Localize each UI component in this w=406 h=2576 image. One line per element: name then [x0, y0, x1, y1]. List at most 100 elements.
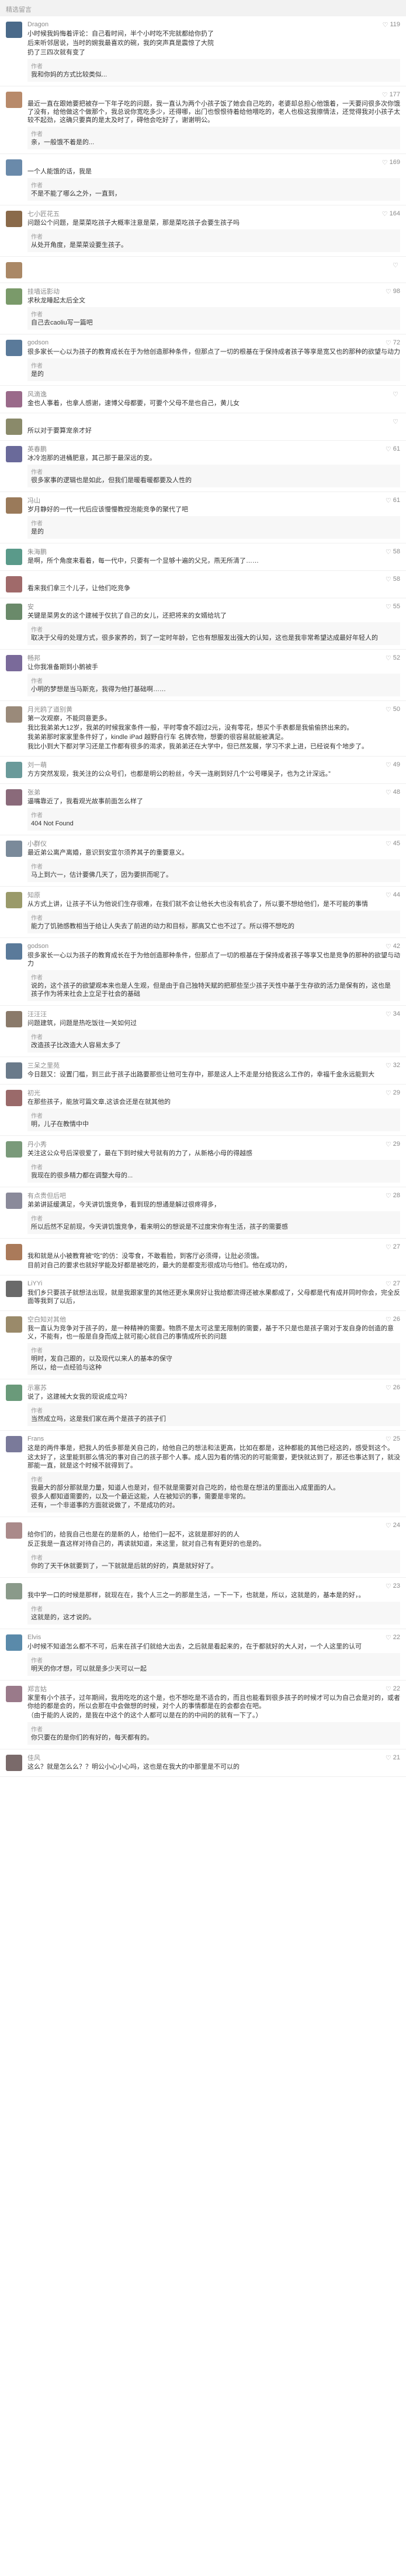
username[interactable]: LiYYi	[27, 1280, 42, 1287]
avatar[interactable]	[6, 1634, 22, 1651]
avatar[interactable]	[6, 1583, 22, 1599]
avatar[interactable]	[6, 706, 22, 723]
avatar[interactable]	[6, 1062, 22, 1079]
like-button[interactable]: ♡ 55	[386, 603, 400, 611]
like-button[interactable]: ♡ 72	[386, 339, 400, 347]
avatar[interactable]	[6, 604, 22, 620]
like-button[interactable]: ♡	[393, 262, 400, 269]
avatar[interactable]	[6, 446, 22, 462]
username[interactable]: 朱海鹏	[27, 547, 47, 556]
avatar[interactable]	[6, 841, 22, 857]
username[interactable]: 有点贵但后吧	[27, 1191, 66, 1200]
avatar[interactable]	[6, 789, 22, 806]
username[interactable]: Elvis	[27, 1634, 41, 1641]
avatar[interactable]	[6, 159, 22, 176]
avatar[interactable]	[6, 1436, 22, 1452]
like-button[interactable]: ♡ 49	[386, 761, 400, 769]
avatar[interactable]	[6, 1244, 22, 1260]
avatar[interactable]	[6, 1755, 22, 1771]
like-button[interactable]: ♡ 61	[386, 445, 400, 453]
like-button[interactable]: ♡ 25	[386, 1435, 400, 1443]
like-button[interactable]: ♡ 26	[386, 1384, 400, 1392]
like-button[interactable]: ♡ 52	[386, 654, 400, 662]
username[interactable]: 刘一萌	[27, 760, 47, 769]
like-button[interactable]: ♡ 27	[386, 1280, 400, 1288]
like-button[interactable]: ♡ 29	[386, 1089, 400, 1097]
like-button[interactable]: ♡ 98	[386, 288, 400, 295]
username[interactable]: 三呆之里苑	[27, 1061, 60, 1070]
username[interactable]: godson	[27, 339, 48, 346]
like-button[interactable]: ♡ 61	[386, 497, 400, 504]
username[interactable]: 佳风	[27, 1753, 40, 1762]
like-button[interactable]: ♡ 45	[386, 840, 400, 848]
avatar[interactable]	[6, 762, 22, 778]
username[interactable]: 知原	[27, 890, 40, 900]
avatar[interactable]	[6, 22, 22, 38]
avatar[interactable]	[6, 1141, 22, 1158]
like-button[interactable]: ♡ 29	[386, 1141, 400, 1148]
avatar[interactable]	[6, 1090, 22, 1106]
avatar[interactable]	[6, 262, 22, 278]
username[interactable]: 挂墙远影动	[27, 287, 60, 296]
like-button[interactable]: ♡ 48	[386, 789, 400, 796]
like-button[interactable]: ♡ 177	[382, 91, 400, 99]
like-button[interactable]: ♡	[393, 418, 400, 426]
like-button[interactable]: ♡ 28	[386, 1192, 400, 1200]
avatar[interactable]	[6, 1281, 22, 1297]
username[interactable]: 畅邦	[27, 653, 40, 663]
avatar[interactable]	[6, 1011, 22, 1027]
username[interactable]: 风滴逸	[27, 389, 47, 399]
username[interactable]: 初光	[27, 1088, 40, 1097]
like-button[interactable]: ♡ 119	[383, 21, 400, 29]
username[interactable]: 空白知对其他	[27, 1315, 66, 1324]
like-button[interactable]: ♡ 26	[386, 1316, 400, 1323]
username[interactable]: 七小匠花五	[27, 209, 60, 218]
avatar[interactable]	[6, 1522, 22, 1539]
username[interactable]: 张弟	[27, 787, 40, 797]
avatar[interactable]	[6, 419, 22, 435]
avatar[interactable]	[6, 391, 22, 407]
like-button[interactable]: ♡ 21	[386, 1754, 400, 1762]
avatar[interactable]	[6, 943, 22, 960]
username[interactable]: 郑言姑	[27, 1684, 47, 1693]
username[interactable]: 小群仪	[27, 839, 47, 848]
like-button[interactable]: ♡	[393, 391, 400, 398]
username[interactable]: 安	[27, 602, 34, 611]
like-button[interactable]: ♡ 58	[386, 576, 400, 583]
like-button[interactable]: ♡ 169	[382, 159, 400, 166]
avatar[interactable]	[6, 340, 22, 356]
username[interactable]: 月光鸥了道别黄	[27, 705, 72, 714]
like-button[interactable]: ♡ 22	[386, 1685, 400, 1693]
avatar[interactable]	[6, 497, 22, 514]
like-button[interactable]: ♡ 58	[386, 548, 400, 556]
like-button[interactable]: ♡ 22	[386, 1634, 400, 1641]
avatar[interactable]	[6, 92, 22, 108]
avatar[interactable]	[6, 211, 22, 227]
avatar[interactable]	[6, 655, 22, 671]
avatar[interactable]	[6, 1316, 22, 1333]
username[interactable]: 汪汪汪	[27, 1009, 47, 1019]
username[interactable]: Dragon	[27, 21, 48, 28]
avatar[interactable]	[6, 1385, 22, 1401]
like-button[interactable]: ♡ 23	[386, 1582, 400, 1590]
username[interactable]: 丹小秀	[27, 1139, 47, 1149]
like-button[interactable]: ♡ 44	[386, 891, 400, 899]
username[interactable]: 示塞苏	[27, 1383, 47, 1392]
avatar[interactable]	[6, 288, 22, 305]
avatar[interactable]	[6, 549, 22, 565]
avatar[interactable]	[6, 1686, 22, 1702]
username[interactable]: Frans	[27, 1435, 44, 1442]
like-button[interactable]: ♡ 164	[382, 210, 400, 218]
like-button[interactable]: ♡ 32	[386, 1062, 400, 1069]
avatar[interactable]	[6, 892, 22, 908]
like-button[interactable]: ♡ 24	[386, 1522, 400, 1529]
like-button[interactable]: ♡ 27	[386, 1243, 400, 1251]
username[interactable]: godson	[27, 943, 48, 950]
username[interactable]: 冯山	[27, 496, 40, 505]
avatar[interactable]	[6, 576, 22, 592]
like-button[interactable]: ♡ 42	[386, 943, 400, 950]
like-button[interactable]: ♡ 34	[386, 1010, 400, 1018]
avatar[interactable]	[6, 1193, 22, 1209]
username[interactable]: 英春鹏	[27, 444, 47, 454]
like-button[interactable]: ♡ 50	[386, 706, 400, 713]
